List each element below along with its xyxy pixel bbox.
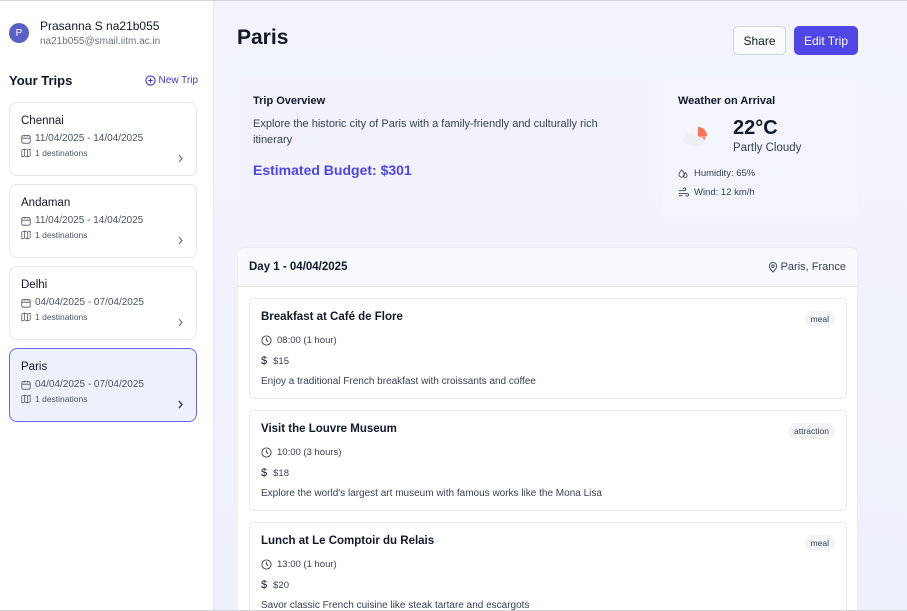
trips-title: Your Trips <box>9 73 73 88</box>
activity-cost: $18 <box>273 467 289 479</box>
day-title: Day 1 - 04/04/2025 <box>249 261 348 273</box>
trip-dates: 04/04/2025 - 07/04/2025 <box>35 297 144 308</box>
new-trip-label: New Trip <box>158 75 198 86</box>
overview-title: Trip Overview <box>253 95 326 107</box>
plus-circle-icon <box>144 75 156 86</box>
activity-tag: meal <box>804 311 835 327</box>
estimated-budget: Estimated Budget: $301 <box>253 162 412 178</box>
edit-trip-button[interactable]: Edit Trip <box>794 26 858 55</box>
new-trip-button[interactable]: New Trip <box>144 75 198 86</box>
trip-card-paris[interactable]: Paris 04/04/2025 - 07/04/2025 1 destinat… <box>9 348 197 422</box>
trip-card-chennai[interactable]: Chennai 11/04/2025 - 14/04/2025 1 destin… <box>9 102 197 176</box>
weather-humidity: Humidity: 65% <box>694 168 756 179</box>
activity-tag: meal <box>804 535 835 551</box>
day-header: Day 1 - 04/04/2025 Paris, France <box>238 248 857 287</box>
app-frame: P Prasanna S na21b055 na21b055@smail.iit… <box>0 0 907 611</box>
day-location: Paris, France <box>768 261 846 273</box>
chevron-right-icon <box>178 318 183 327</box>
trip-dates: 11/04/2025 - 14/04/2025 <box>35 215 144 226</box>
user-name: Prasanna S na21b055 <box>40 19 160 33</box>
trip-name: Delhi <box>21 279 48 291</box>
map-pin-icon <box>768 261 777 273</box>
activity-card[interactable]: Breakfast at Café de Flore meal 08:00 (1… <box>249 298 847 399</box>
trip-name: Andaman <box>21 197 71 209</box>
weather-temperature: 22°C <box>733 117 778 139</box>
wind-icon <box>678 187 689 197</box>
dollar-icon: $ <box>261 355 268 367</box>
clock-icon <box>261 447 272 458</box>
calendar-icon <box>21 298 31 308</box>
weather-wind: Wind: 12 km/h <box>694 187 755 198</box>
map-icon <box>21 312 31 322</box>
trip-destinations: 1 destinations <box>35 394 88 404</box>
activity-time: 10:00 (3 hours) <box>277 447 342 458</box>
page-title: Paris <box>237 26 289 49</box>
map-icon <box>21 148 31 158</box>
clock-icon <box>261 335 272 346</box>
activity-card[interactable]: Lunch at Le Comptoir du Relais meal 13:0… <box>249 522 847 610</box>
trip-destinations: 1 destinations <box>35 230 88 240</box>
chevron-right-icon <box>178 236 183 245</box>
map-icon <box>21 394 31 404</box>
activity-description: Enjoy a traditional French breakfast wit… <box>261 376 536 387</box>
activity-time: 08:00 (1 hour) <box>277 335 337 346</box>
trip-card-delhi[interactable]: Delhi 04/04/2025 - 07/04/2025 1 destinat… <box>9 266 197 340</box>
main-content: Paris Share Edit Trip Trip Overview Expl… <box>214 1 907 610</box>
dollar-icon: $ <box>261 467 268 479</box>
trip-name: Chennai <box>21 115 64 127</box>
user-email: na21b055@smail.iitm.ac.in <box>40 36 161 47</box>
activity-title: Breakfast at Café de Flore <box>261 311 403 323</box>
day-itinerary: Day 1 - 04/04/2025 Paris, France Breakfa… <box>237 247 858 610</box>
activity-tag: attraction <box>788 423 835 439</box>
trip-destinations: 1 destinations <box>35 148 88 158</box>
trip-card-andaman[interactable]: Andaman 11/04/2025 - 14/04/2025 1 destin… <box>9 184 197 258</box>
overview-description: Explore the historic city of Paris with … <box>253 118 598 146</box>
weather-card: Weather on Arrival 22°C Partly Cloudy Hu… <box>662 77 858 221</box>
activity-description: Explore the world's largest art museum w… <box>261 488 602 499</box>
map-icon <box>21 230 31 240</box>
activity-cost: $20 <box>273 579 289 591</box>
calendar-icon <box>21 380 31 390</box>
weather-title: Weather on Arrival <box>678 95 776 107</box>
share-button[interactable]: Share <box>733 26 786 55</box>
dollar-icon: $ <box>261 579 268 591</box>
trip-overview-card: Trip Overview Explore the historic city … <box>237 77 649 221</box>
activity-cost: $15 <box>273 355 289 367</box>
sidebar: P Prasanna S na21b055 na21b055@smail.iit… <box>0 1 214 610</box>
trip-name: Paris <box>21 361 48 373</box>
activity-time: 13:00 (1 hour) <box>277 559 337 570</box>
chevron-right-icon <box>178 400 183 409</box>
avatar: P <box>9 23 29 43</box>
partly-cloudy-icon <box>684 126 707 146</box>
calendar-icon <box>21 216 31 226</box>
day-location-text: Paris, France <box>780 261 846 273</box>
activity-card[interactable]: Visit the Louvre Museum attraction 10:00… <box>249 410 847 511</box>
trip-dates: 11/04/2025 - 14/04/2025 <box>35 133 144 144</box>
activity-title: Lunch at Le Comptoir du Relais <box>261 535 435 547</box>
trip-dates: 04/04/2025 - 07/04/2025 <box>35 379 144 390</box>
chevron-right-icon <box>178 154 183 163</box>
humidity-icon <box>678 169 688 178</box>
clock-icon <box>261 559 272 570</box>
trips-header: Your Trips New Trip <box>9 73 198 88</box>
weather-condition: Partly Cloudy <box>733 142 802 154</box>
calendar-icon <box>21 134 31 144</box>
trip-destinations: 1 destinations <box>35 312 88 322</box>
user-profile[interactable]: P Prasanna S na21b055 na21b055@smail.iit… <box>9 17 160 49</box>
activity-description: Savor classic French cuisine like steak … <box>261 600 530 610</box>
activity-title: Visit the Louvre Museum <box>261 423 397 435</box>
